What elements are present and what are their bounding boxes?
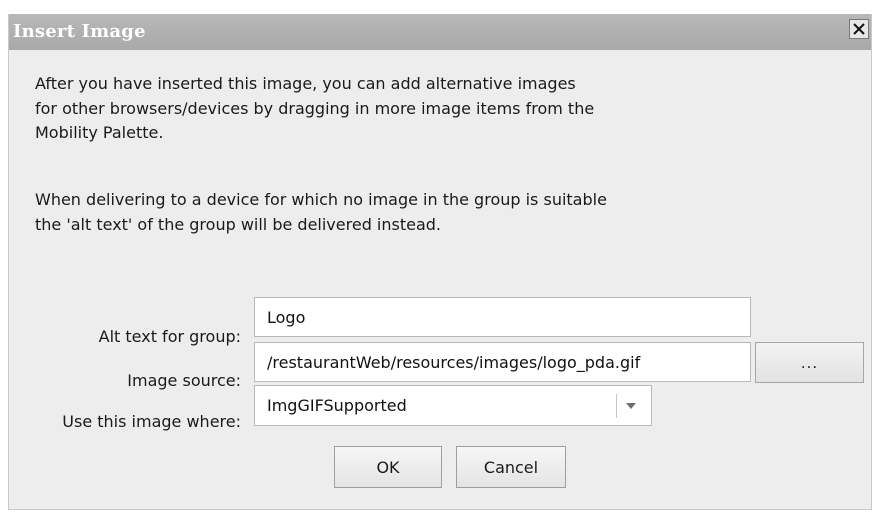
cancel-button[interactable]: Cancel	[456, 446, 566, 488]
chevron-down-icon[interactable]	[623, 401, 639, 411]
selected-condition: ImgGIFSupported	[267, 396, 407, 415]
title-bar[interactable]: Insert Image	[9, 14, 871, 50]
close-x-icon	[849, 19, 869, 39]
use-image-where-select[interactable]: ImgGIFSupported	[254, 385, 652, 426]
use-image-where-label: Use this image where:	[62, 412, 241, 431]
insert-image-dialog: Insert Image After you have inserted thi…	[8, 14, 872, 510]
ok-button[interactable]: OK	[334, 446, 442, 488]
alt-text-input[interactable]	[254, 297, 751, 337]
info-paragraph-1: After you have inserted this image, you …	[35, 74, 595, 142]
info-paragraph-2: When delivering to a device for which no…	[35, 190, 607, 234]
combo-divider	[616, 394, 617, 418]
close-button[interactable]	[846, 17, 872, 41]
dialog-title: Insert Image	[13, 21, 146, 42]
alt-text-label: Alt text for group:	[98, 327, 241, 346]
image-source-label: Image source:	[127, 371, 241, 390]
image-source-input[interactable]	[254, 342, 751, 382]
browse-button[interactable]: ...	[755, 342, 864, 383]
